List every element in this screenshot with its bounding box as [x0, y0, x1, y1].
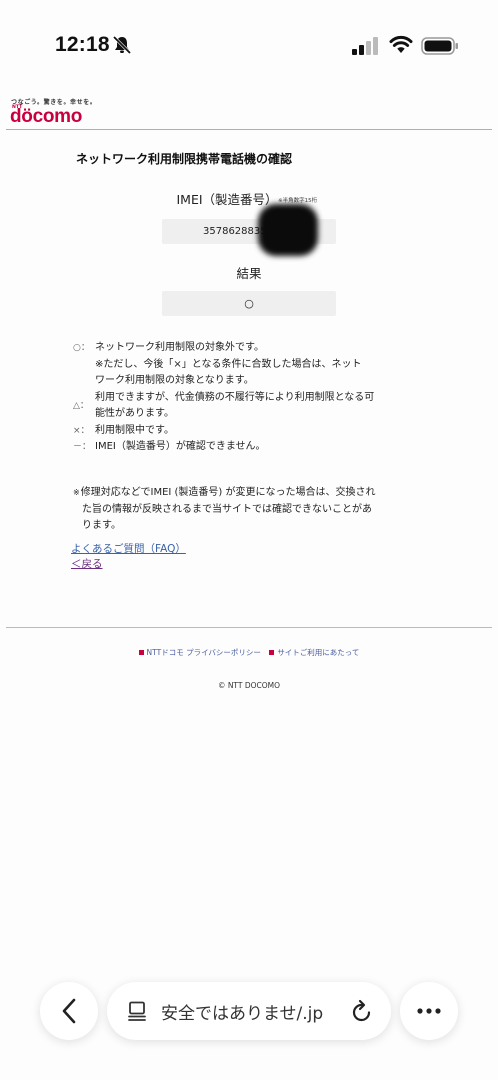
legend-item: －： IMEI（製造番号）が確認できません。 — [73, 439, 433, 456]
link-bullet-icon — [138, 650, 144, 655]
page-title: ネットワーク利用制限携帯電話機の確認 — [76, 152, 293, 166]
result-field: ○ — [162, 291, 336, 316]
legend-symbol: ×： — [73, 425, 90, 436]
chevron-left-icon — [62, 998, 76, 1024]
status-time: 12:18 — [55, 33, 110, 56]
header-divider — [6, 129, 492, 130]
faq-link[interactable]: よくあるご質問（FAQ） — [71, 541, 186, 556]
signal-icon — [352, 37, 378, 55]
site-terms-link[interactable]: サイトご利用にあたって — [269, 647, 359, 658]
back-link[interactable]: ＜戻る — [71, 556, 103, 571]
footer-links: NTTドコモ プライバシーポリシー サイトご利用にあたって — [0, 647, 498, 658]
footer-divider — [6, 627, 492, 628]
browser-back-button[interactable] — [40, 982, 98, 1040]
legend-symbol: △： — [73, 400, 89, 411]
note-asterisk: ※ — [73, 488, 80, 497]
docomo-logo[interactable]: döcomo — [10, 106, 82, 128]
privacy-policy-link[interactable]: NTTドコモ プライバシーポリシー — [138, 647, 261, 658]
address-text[interactable]: 安全ではありませ/.jp — [161, 999, 323, 1024]
page-icon[interactable] — [127, 1001, 147, 1021]
legend-text: 利用制限中です。 — [95, 424, 174, 436]
legend-text: ※ただし、今後「×」となる条件に合致した場合は、ネット — [95, 358, 362, 370]
legend-text: 能性があります。 — [95, 408, 174, 419]
legend-text: ワーク利用制限の対象となります。 — [95, 375, 254, 386]
result-label: 結果 — [236, 266, 262, 281]
note-text: た旨の情報が反映されるまで当サイトでは確認できないことがあ — [82, 503, 372, 515]
result-value: ○ — [244, 297, 254, 310]
result-legend: ○： ネットワーク利用制限の対象外です。 ※ただし、今後「×」となる条件に合致し… — [73, 340, 433, 456]
docomo-tagline: つなごう。驚きを。幸せを。 — [11, 99, 97, 106]
battery-icon — [421, 37, 458, 55]
legend-text: 利用できますが、代金債務の不履行等により利用制限となる可 — [95, 391, 375, 403]
legend-item: ○： ネットワーク利用制限の対象外です。 — [73, 340, 433, 357]
privacy-policy-label: NTTドコモ プライバシーポリシー — [146, 648, 261, 657]
legend-symbol: ○： — [73, 343, 90, 353]
status-bar: 12:18 — [0, 0, 498, 80]
wifi-icon — [389, 35, 413, 53]
legend-text: IMEI（製造番号）が確認できません。 — [95, 441, 266, 452]
imei-label-text: IMEI（製造番号） — [176, 192, 278, 207]
bell-slash-icon — [112, 35, 132, 55]
reload-icon[interactable] — [351, 999, 373, 1023]
note-text: ります。 — [82, 520, 121, 531]
note-text: 修理対応などでIMEI (製造番号) が変更になった場合は、交換され — [80, 487, 376, 498]
link-bullet-icon — [269, 650, 275, 655]
copyright: © NTT DOCOMO — [217, 681, 281, 690]
site-terms-label: サイトご利用にあたって — [277, 648, 360, 657]
imei-label: IMEI（製造番号） — [0, 189, 498, 208]
more-icon — [417, 1008, 441, 1014]
imei-change-note: ※ 修理対応などでIMEI (製造番号) が変更になった場合は、交換され た旨の… — [73, 485, 433, 535]
imei-note: ※半角数字15桁 — [278, 198, 318, 204]
legend-symbol: －： — [73, 442, 92, 452]
legend-text: ネットワーク利用制限の対象外です。 — [95, 342, 264, 353]
address-bar[interactable]: 安全ではありませ/.jp — [107, 982, 391, 1040]
redaction-blot — [258, 204, 318, 256]
legend-item: ×： 利用制限中です。 — [73, 423, 433, 440]
more-button[interactable] — [400, 982, 458, 1040]
legend-item: 利用できますが、代金債務の不履行等により利用制限となる可 △： — [73, 390, 433, 411]
